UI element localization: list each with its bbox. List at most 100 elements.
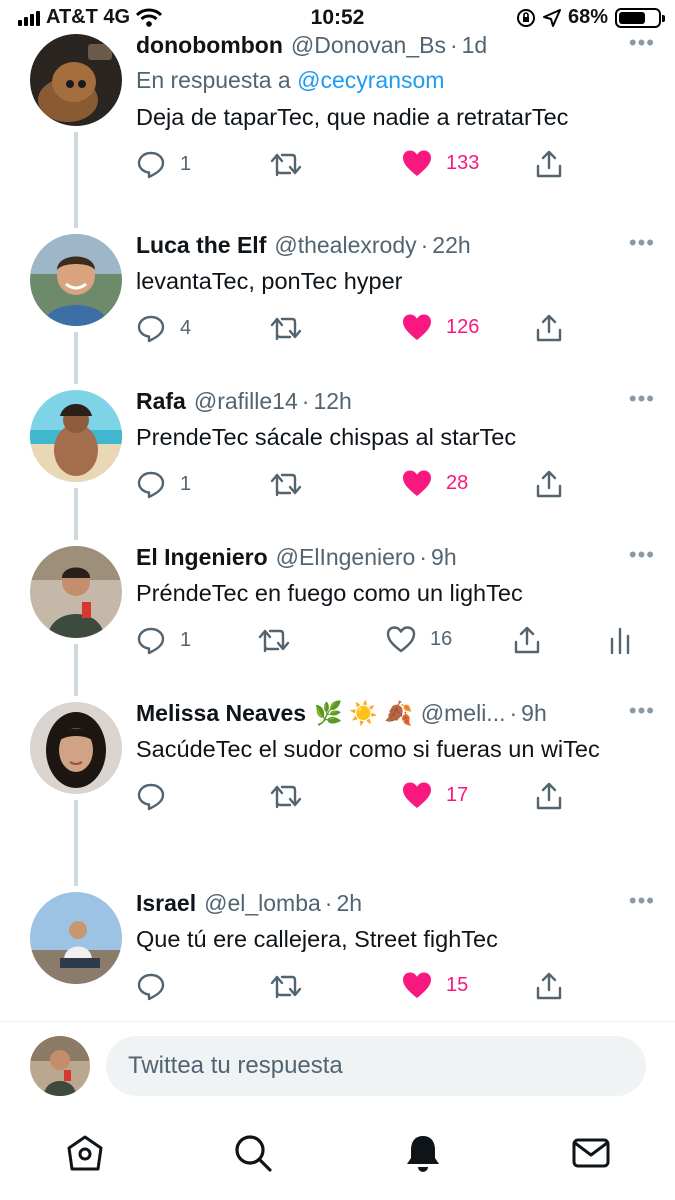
tweet-actions: 17 xyxy=(136,781,655,821)
like-button[interactable]: 15 xyxy=(402,971,468,999)
like-button[interactable]: 133 xyxy=(402,149,479,177)
user-handle[interactable]: @Donovan_Bs xyxy=(291,30,446,60)
share-icon xyxy=(536,782,562,810)
tweet-text: SacúdeTec el sudor como si fueras un wiT… xyxy=(136,736,600,762)
user-handle[interactable]: @thealexrody xyxy=(274,230,416,260)
share-button[interactable] xyxy=(534,781,564,811)
like-count: 15 xyxy=(446,973,469,996)
retweet-button[interactable] xyxy=(270,971,316,1001)
like-count: 17 xyxy=(446,783,469,806)
share-button[interactable] xyxy=(534,469,564,499)
thread-line xyxy=(74,644,78,696)
retweet-icon xyxy=(270,473,302,497)
retweet-icon xyxy=(270,975,302,999)
reply-button[interactable]: 4 xyxy=(136,313,191,343)
display-name[interactable]: El Ingeniero xyxy=(136,542,268,572)
tweet-actions: 15 xyxy=(136,971,655,1011)
retweet-button[interactable] xyxy=(270,781,316,811)
timestamp[interactable]: 12h xyxy=(313,386,351,416)
thread-line xyxy=(74,800,78,886)
reply-button[interactable] xyxy=(136,971,180,1001)
retweet-icon xyxy=(258,629,290,653)
reply-count: 1 xyxy=(180,472,192,495)
reply-icon xyxy=(137,627,165,655)
like-button[interactable]: 28 xyxy=(402,469,468,497)
more-options-icon[interactable]: ••• xyxy=(629,30,655,56)
avatar[interactable] xyxy=(30,546,122,638)
timestamp[interactable]: 2h xyxy=(336,888,362,918)
home-icon[interactable] xyxy=(64,1132,106,1179)
reply-button[interactable] xyxy=(136,781,180,811)
timestamp[interactable]: 22h xyxy=(432,230,470,260)
user-handle[interactable]: @meli... xyxy=(421,698,506,728)
avatar[interactable] xyxy=(30,892,122,984)
more-options-icon[interactable]: ••• xyxy=(629,888,655,914)
retweet-icon xyxy=(270,785,302,809)
like-count: 28 xyxy=(446,471,469,494)
reply-input[interactable]: Twittea tu respuesta xyxy=(106,1036,646,1096)
like-button[interactable]: 16 xyxy=(386,625,452,653)
reply-button[interactable]: 1 xyxy=(136,625,191,655)
timestamp[interactable]: 9h xyxy=(431,542,457,572)
tweet-actions: 1 28 xyxy=(136,469,655,509)
more-options-icon[interactable]: ••• xyxy=(629,698,655,724)
like-count: 126 xyxy=(446,315,480,338)
reply-count: 1 xyxy=(180,628,192,651)
retweet-button[interactable] xyxy=(270,149,316,179)
search-icon[interactable] xyxy=(232,1132,274,1179)
display-name[interactable]: Melissa Neaves xyxy=(136,698,306,728)
retweet-button[interactable] xyxy=(270,313,316,343)
heart-filled-icon xyxy=(403,972,431,998)
tweet-text: PréndeTec en fuego como un lighTec xyxy=(136,580,523,606)
heart-icon xyxy=(386,626,416,653)
heart-filled-icon xyxy=(403,782,431,808)
analytics-button[interactable] xyxy=(608,625,632,655)
display-name[interactable]: Israel xyxy=(136,888,196,918)
reply-icon xyxy=(137,471,165,499)
timestamp[interactable]: 9h xyxy=(521,698,547,728)
timestamp[interactable]: 1d xyxy=(462,30,488,60)
notifications-icon[interactable] xyxy=(402,1132,444,1179)
share-icon xyxy=(514,626,540,654)
display-name[interactable]: Luca the Elf xyxy=(136,230,266,260)
tweet-header: Melissa Neaves 🌿 ☀️ 🍂 @meli... · 9h xyxy=(136,698,547,728)
user-avatar[interactable] xyxy=(30,1036,90,1096)
share-button[interactable] xyxy=(534,313,564,343)
like-button[interactable]: 126 xyxy=(402,313,479,341)
retweet-button[interactable] xyxy=(258,625,304,655)
reply-placeholder: Twittea tu respuesta xyxy=(128,1052,343,1079)
user-handle[interactable]: @el_lomba xyxy=(204,888,321,918)
avatar[interactable] xyxy=(30,702,122,794)
share-button[interactable] xyxy=(512,625,542,655)
user-handle[interactable]: @ElIngeniero xyxy=(276,542,416,572)
more-options-icon[interactable]: ••• xyxy=(629,386,655,412)
avatar[interactable] xyxy=(30,34,122,126)
reply-button[interactable]: 1 xyxy=(136,149,191,179)
tweet-text: Deja de taparTec, que nadie a retratarTe… xyxy=(136,104,569,130)
heart-filled-icon xyxy=(403,470,431,496)
share-button[interactable] xyxy=(534,971,564,1001)
reply-mention[interactable]: @cecyransom xyxy=(297,67,444,93)
display-name[interactable]: Rafa xyxy=(136,386,186,416)
reply-button[interactable]: 1 xyxy=(136,469,191,499)
tweet-text: levantaTec, ponTec hyper xyxy=(136,268,403,294)
messages-icon[interactable] xyxy=(570,1132,612,1179)
reply-icon xyxy=(137,315,165,343)
more-options-icon[interactable]: ••• xyxy=(629,542,655,568)
avatar[interactable] xyxy=(30,234,122,326)
reply-icon xyxy=(137,151,165,179)
tweet-header: Israel @el_lomba · 2h xyxy=(136,888,363,918)
share-button[interactable] xyxy=(534,149,564,179)
avatar[interactable] xyxy=(30,390,122,482)
display-name[interactable]: donobombon xyxy=(136,30,283,60)
user-handle[interactable]: @rafille14 xyxy=(194,386,298,416)
tweet-header: donobombon @Donovan_Bs · 1d xyxy=(136,30,488,60)
tweet-header: Rafa @rafille14 · 12h xyxy=(136,386,352,416)
share-icon xyxy=(536,314,562,342)
like-button[interactable]: 17 xyxy=(402,781,468,809)
tweet-header: El Ingeniero @ElIngeniero · 9h xyxy=(136,542,457,572)
retweet-button[interactable] xyxy=(270,469,316,499)
retweet-icon xyxy=(270,153,302,177)
analytics-icon xyxy=(610,627,630,655)
more-options-icon[interactable]: ••• xyxy=(629,230,655,256)
